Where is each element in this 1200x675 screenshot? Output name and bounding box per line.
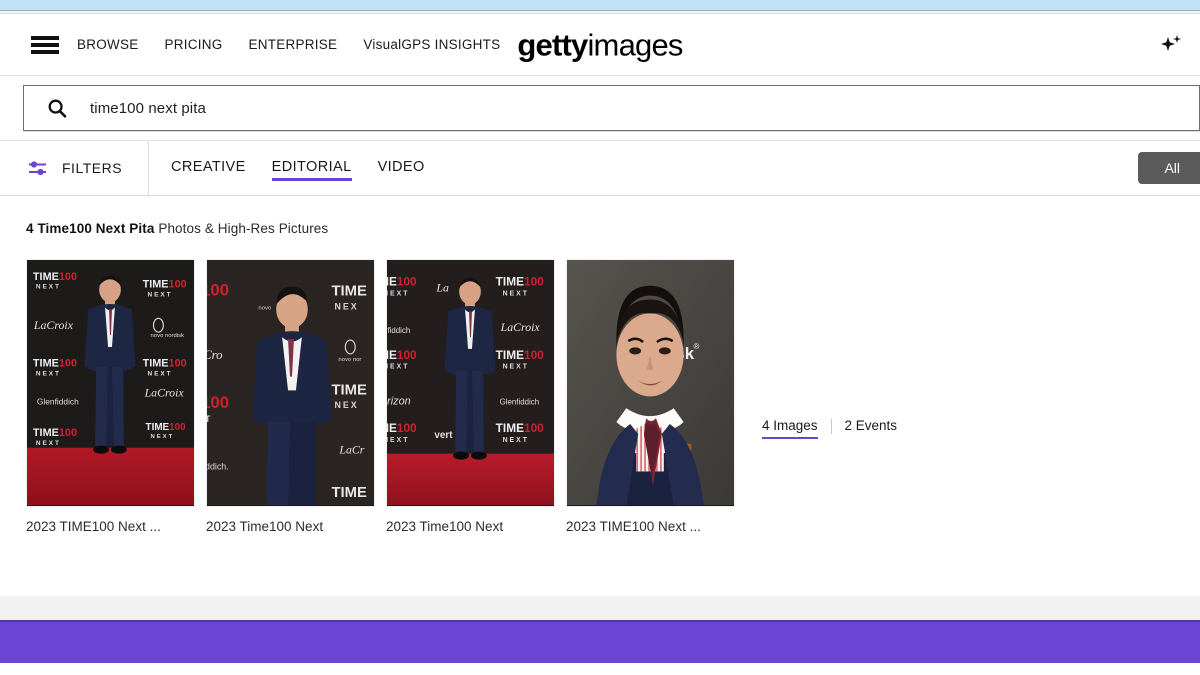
svg-text:novo: novo (258, 305, 272, 311)
nav-link-enterprise[interactable]: ENTERPRISE (249, 37, 338, 52)
search-box[interactable]: time100 next pita (23, 85, 1200, 131)
toggle-images[interactable]: 4 Images (762, 418, 818, 439)
svg-text:NEXT: NEXT (148, 292, 173, 299)
svg-text:TIME100: TIME100 (143, 279, 187, 291)
filter-bar: FILTERS CREATIVE EDITORIAL VIDEO All (0, 140, 1200, 196)
svg-text:La: La (435, 281, 449, 295)
svg-text:LaCroix: LaCroix (500, 320, 541, 334)
results-count-rest: Photos & High-Res Pictures (158, 221, 329, 236)
svg-text:ME100: ME100 (387, 275, 417, 289)
list-item[interactable]: ME100 NEXT TIME100 NEXT ME100 NEXT TIME1… (386, 259, 555, 534)
svg-text:TIME100: TIME100 (33, 427, 77, 439)
svg-text:TIME100: TIME100 (496, 275, 544, 289)
toggle-divider (830, 419, 832, 434)
search-icon (46, 97, 68, 119)
svg-text:NEXT: NEXT (503, 364, 529, 371)
result-thumbnail-1[interactable]: TIME100 NEXT TIME100 NEXT TIME100 NEXT T… (26, 259, 195, 507)
svg-text:NEXT: NEXT (387, 437, 409, 444)
svg-text:NEXT: NEXT (151, 434, 175, 440)
svg-text:NEXT: NEXT (148, 371, 173, 378)
svg-text:vert: vert (434, 430, 453, 441)
list-item[interactable]: 100 TIME NEX 100 T TIME NEX TIME Cro LaC… (206, 259, 375, 534)
sliders-icon (26, 157, 48, 179)
svg-text:NEX: NEX (334, 400, 358, 410)
svg-text:erizon: erizon (387, 395, 411, 407)
search-bar-container: time100 next pita (0, 76, 1200, 140)
svg-text:ddich.: ddich. (207, 461, 229, 471)
svg-text:ME100: ME100 (387, 348, 417, 362)
filters-label: FILTERS (62, 160, 123, 176)
svg-text:nfiddich: nfiddich (387, 326, 410, 335)
svg-text:LaCroix: LaCroix (144, 385, 185, 399)
svg-text:100: 100 (207, 393, 229, 412)
svg-text:NEXT: NEXT (503, 291, 529, 298)
results-count-title: 4 Time100 Next Pita Photos & High-Res Pi… (26, 221, 328, 236)
hamburger-menu-icon[interactable] (31, 35, 59, 54)
svg-text:®: ® (693, 342, 699, 351)
toggle-events[interactable]: 2 Events (845, 418, 898, 439)
logo-text-getty: getty (517, 27, 588, 62)
filters-button[interactable]: FILTERS (0, 141, 150, 195)
result-caption-2: 2023 Time100 Next (206, 519, 324, 534)
result-caption-3: 2023 Time100 Next (386, 519, 504, 534)
svg-text:NEXT: NEXT (387, 364, 409, 371)
result-thumbnail-2[interactable]: 100 TIME NEX 100 T TIME NEX TIME Cro LaC… (206, 259, 375, 507)
results-area: 4 Time100 Next Pita Photos & High-Res Pi… (0, 196, 1200, 596)
results-count-bold: 4 Time100 Next Pita (26, 221, 155, 236)
nav-link-visualgps-insights[interactable]: VisualGPS INSIGHTS (363, 37, 500, 52)
svg-text:Cro: Cro (207, 348, 223, 362)
svg-text:LaCroix: LaCroix (33, 318, 74, 332)
result-caption-1: 2023 TIME100 Next ... (26, 519, 161, 534)
footer-bar (0, 620, 1200, 663)
svg-text:100: 100 (207, 281, 229, 300)
svg-text:TIME100: TIME100 (496, 421, 544, 435)
svg-text:NEXT: NEXT (36, 440, 61, 447)
svg-text:T: T (207, 414, 212, 424)
result-thumbnail-3[interactable]: ME100 NEXT TIME100 NEXT ME100 NEXT TIME1… (386, 259, 555, 507)
svg-text:TIME100: TIME100 (33, 358, 77, 370)
svg-text:NEXT: NEXT (387, 291, 409, 298)
svg-text:novo nordisk: novo nordisk (151, 333, 185, 339)
nav-link-pricing[interactable]: PRICING (165, 37, 223, 52)
svg-text:NEX: NEX (334, 301, 358, 311)
svg-text:ME100: ME100 (387, 421, 417, 435)
asset-type-tabs: CREATIVE EDITORIAL VIDEO (171, 141, 451, 195)
search-input[interactable]: time100 next pita (90, 100, 206, 117)
getty-images-logo[interactable]: gettyimages (517, 27, 683, 62)
site-header: BROWSE PRICING ENTERPRISE VisualGPS INSI… (0, 14, 1200, 76)
tab-creative[interactable]: CREATIVE (171, 155, 246, 181)
ai-sparkle-icon[interactable] (1154, 28, 1188, 62)
result-caption-4: 2023 TIME100 Next ... (566, 519, 701, 534)
svg-text:TIME100: TIME100 (143, 358, 187, 370)
svg-text:Glenfiddich: Glenfiddich (500, 397, 539, 406)
svg-text:TIME100: TIME100 (496, 348, 544, 362)
result-thumbnail-4[interactable]: isk ® (566, 259, 735, 507)
results-header: 4 Time100 Next Pita Photos & High-Res Pi… (26, 196, 1174, 236)
nav-link-browse[interactable]: BROWSE (77, 37, 139, 52)
svg-text:TIME100: TIME100 (33, 271, 77, 283)
svg-text:LaCr: LaCr (338, 443, 364, 457)
footer-spacer (0, 596, 1200, 620)
svg-text:novo nor: novo nor (338, 357, 361, 363)
svg-text:NEXT: NEXT (36, 371, 61, 378)
svg-text:TIME100: TIME100 (146, 422, 187, 433)
all-filter-button[interactable]: All (1138, 152, 1200, 184)
browser-chrome-strip (0, 0, 1200, 11)
svg-text:TIME: TIME (331, 485, 367, 501)
list-item[interactable]: isk ® (566, 259, 735, 534)
svg-text:NEXT: NEXT (503, 437, 529, 444)
tab-editorial[interactable]: EDITORIAL (271, 155, 352, 181)
svg-text:TIME: TIME (331, 382, 367, 398)
svg-text:Glenfiddich: Glenfiddich (37, 396, 79, 406)
logo-text-images: images (587, 27, 683, 62)
primary-nav: BROWSE PRICING ENTERPRISE VisualGPS INSI… (0, 35, 526, 54)
tab-video[interactable]: VIDEO (378, 155, 425, 181)
results-view-toggles: 4 Images 2 Events (762, 418, 897, 439)
svg-text:NEXT: NEXT (36, 284, 61, 291)
list-item[interactable]: TIME100 NEXT TIME100 NEXT TIME100 NEXT T… (26, 259, 195, 534)
svg-text:TIME: TIME (331, 284, 367, 300)
image-results-grid: TIME100 NEXT TIME100 NEXT TIME100 NEXT T… (26, 259, 1174, 534)
